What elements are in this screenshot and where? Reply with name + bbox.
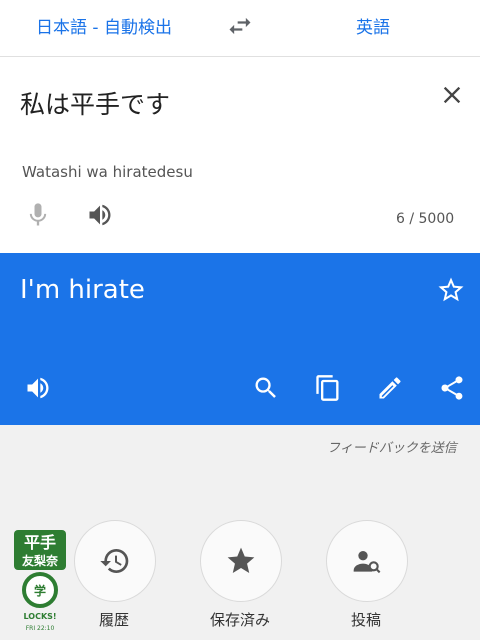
microphone-icon[interactable] — [24, 201, 52, 229]
close-icon[interactable] — [438, 81, 466, 109]
history-icon — [100, 549, 129, 573]
svg-text:FRI 22:10: FRI 22:10 — [26, 625, 55, 632]
input-panel: 私は平手です Watashi wa hiratedesu 6 / 5000 — [0, 57, 480, 253]
svg-text:平手: 平手 — [24, 533, 56, 552]
translation-text: I'm hirate — [20, 275, 145, 305]
speaker-icon[interactable] — [24, 374, 52, 402]
saved-button[interactable] — [200, 520, 282, 602]
share-icon[interactable] — [438, 374, 466, 402]
translation-result-panel: I'm hirate — [0, 253, 480, 425]
saved-label: 保存済み — [209, 611, 270, 629]
svg-text:学: 学 — [34, 583, 46, 598]
community-icon — [353, 551, 381, 574]
history-button[interactable] — [74, 520, 156, 602]
swap-languages-icon[interactable] — [226, 12, 254, 40]
search-icon[interactable] — [252, 374, 280, 402]
star-icon — [227, 547, 255, 573]
star-outline-icon[interactable] — [436, 275, 466, 305]
source-text-input[interactable]: 私は平手です — [20, 85, 170, 121]
history-label: 履歴 — [98, 611, 129, 629]
language-bar: 日本語 - 自動検出 英語 — [0, 0, 480, 57]
edit-pencil-icon[interactable] — [376, 374, 404, 402]
locks-watermark-logo: 平手 友梨奈 学 LOCKS! FRI 22:10 — [12, 528, 68, 636]
target-language-button[interactable]: 英語 — [356, 13, 390, 38]
contribute-label: 投稿 — [350, 611, 381, 629]
contribute-button[interactable] — [326, 520, 408, 602]
transliteration-text: Watashi wa hiratedesu — [22, 163, 193, 181]
copy-icon[interactable] — [314, 374, 342, 402]
character-count: 6 / 5000 — [396, 211, 455, 227]
svg-text:友梨奈: 友梨奈 — [21, 553, 59, 568]
svg-text:LOCKS!: LOCKS! — [23, 612, 56, 621]
send-feedback-link[interactable]: フィードバックを送信 — [327, 437, 457, 456]
speaker-icon[interactable] — [86, 201, 114, 229]
source-language-button[interactable]: 日本語 - 自動検出 — [36, 13, 172, 38]
